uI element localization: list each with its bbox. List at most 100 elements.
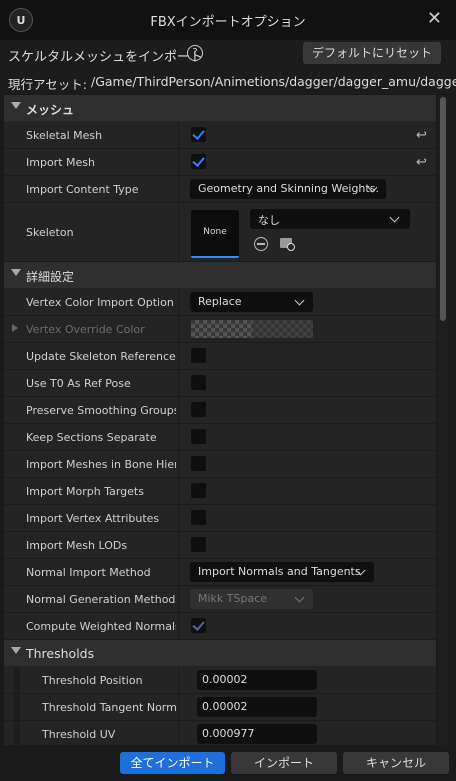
title-bar[interactable]: U FBXインポートオプション ✕ [0, 0, 456, 40]
property-compute-weighted-normals: Compute Weighted Normals [4, 613, 436, 640]
indent-guide [14, 667, 20, 693]
use-selected-asset-icon[interactable] [254, 237, 268, 251]
category-advanced[interactable]: 詳細設定 [4, 262, 436, 288]
fbx-import-dialog: U FBXインポートオプション ✕ スケルタルメッシュをインポート ? デフォル… [0, 0, 456, 781]
threshold-tangent-normal-input[interactable]: 0.00002 [197, 697, 317, 717]
property-label: Keep Sections Separate [26, 431, 157, 444]
input-value: 0.00002 [202, 700, 248, 713]
current-asset-row: 現行アセット: /Game/ThirdPerson/Animetions/dag… [0, 68, 456, 94]
browse-asset-icon[interactable] [280, 238, 295, 251]
column-divider[interactable] [178, 370, 179, 396]
details-panel[interactable]: メッシュ Skeletal Mesh ↩ Import Mesh ↩ Impor… [4, 95, 436, 745]
import-all-button[interactable]: 全てインポート [120, 752, 225, 774]
property-label: Skeletal Mesh [26, 129, 103, 142]
threshold-position-input[interactable]: 0.00002 [197, 670, 317, 690]
reset-to-default-button[interactable]: デフォルトにリセット [303, 42, 441, 64]
column-divider[interactable] [178, 478, 179, 504]
column-divider[interactable] [178, 205, 179, 261]
property-threshold-tangent-normal: Threshold Tangent Normal 0.00002 [4, 694, 436, 721]
column-divider[interactable] [178, 586, 179, 612]
color-swatch[interactable] [191, 320, 313, 338]
vertex-attributes-checkbox[interactable] [191, 510, 206, 525]
column-divider[interactable] [178, 667, 179, 693]
cancel-button[interactable]: キャンセル [343, 752, 449, 774]
column-divider[interactable] [178, 613, 179, 639]
property-label: Import Meshes in Bone Hierarchy [26, 458, 176, 471]
property-label: Use T0 As Ref Pose [26, 377, 131, 390]
bone-hierarchy-checkbox[interactable] [191, 456, 206, 471]
keep-sections-checkbox[interactable] [191, 429, 206, 444]
column-divider[interactable] [178, 176, 179, 202]
column-divider[interactable] [178, 559, 179, 585]
property-label: Normal Import Method [26, 566, 151, 579]
column-divider[interactable] [178, 694, 179, 720]
help-icon[interactable]: ? [187, 45, 203, 61]
column-divider[interactable] [178, 149, 179, 175]
import-button[interactable]: インポート [231, 752, 337, 774]
vertex-color-dropdown[interactable]: Replace [190, 292, 313, 312]
skeleton-asset-picker[interactable]: なし [250, 209, 410, 229]
property-label: Import Mesh LODs [26, 539, 128, 552]
update-skeleton-ref-pose-checkbox[interactable] [191, 348, 206, 363]
property-threshold-position: Threshold Position 0.00002 [4, 667, 436, 694]
mesh-lods-checkbox[interactable] [191, 537, 206, 552]
dropdown-value: Mikk TSpace [198, 592, 268, 605]
thumbnail-text: None [203, 227, 227, 237]
chevron-down-icon [294, 592, 305, 603]
close-icon[interactable]: ✕ [427, 8, 442, 29]
column-divider[interactable] [178, 122, 179, 148]
column-divider[interactable] [178, 451, 179, 477]
category-thresholds[interactable]: Thresholds [4, 640, 436, 666]
normal-generation-dropdown: Mikk TSpace [190, 589, 313, 609]
column-divider[interactable] [178, 532, 179, 558]
use-t0-checkbox[interactable] [191, 375, 206, 390]
column-divider[interactable] [178, 721, 179, 745]
preserve-smoothing-checkbox[interactable] [191, 402, 206, 417]
vertical-scrollbar[interactable] [438, 95, 448, 745]
column-divider[interactable] [178, 424, 179, 450]
reset-arrow-icon[interactable]: ↩ [416, 128, 427, 143]
property-label: Vertex Color Import Option [26, 296, 174, 309]
category-title: メッシュ [26, 103, 75, 117]
property-vertex-override-color: Vertex Override Color [4, 316, 436, 343]
property-preserve-smoothing-groups: Preserve Smoothing Groups [4, 397, 436, 424]
collapse-arrow-icon[interactable] [11, 102, 21, 109]
property-label: Threshold Tangent Normal [42, 701, 177, 714]
normal-import-method-dropdown[interactable]: Import Normals and Tangents [190, 562, 374, 582]
threshold-uv-input[interactable]: 0.000977 [197, 724, 317, 744]
current-asset-path: /Game/ThirdPerson/Animetions/dagger/dagg… [91, 74, 456, 89]
property-label: Skeleton [26, 226, 74, 239]
category-title: 詳細設定 [26, 270, 75, 284]
column-divider[interactable] [178, 397, 179, 423]
property-label: Compute Weighted Normals [26, 620, 176, 633]
property-threshold-uv: Threshold UV 0.000977 [4, 721, 436, 745]
property-normal-import-method: Normal Import Method Import Normals and … [4, 559, 436, 586]
column-divider[interactable] [178, 343, 179, 369]
input-value: 0.000977 [202, 727, 255, 740]
reset-arrow-icon[interactable]: ↩ [416, 155, 427, 170]
chevron-down-icon [389, 212, 400, 223]
property-label: Vertex Override Color [26, 323, 145, 336]
chevron-down-icon [294, 295, 305, 306]
category-mesh[interactable]: メッシュ [4, 95, 436, 121]
property-label: Threshold UV [42, 728, 116, 741]
scrollbar-thumb[interactable] [440, 97, 446, 321]
column-divider[interactable] [178, 505, 179, 531]
collapse-arrow-icon[interactable] [11, 647, 21, 654]
column-divider[interactable] [178, 289, 179, 315]
import-mesh-checkbox[interactable] [191, 154, 206, 169]
skeletal-mesh-checkbox[interactable] [191, 127, 206, 142]
property-label: Normal Generation Method [26, 593, 176, 606]
skeleton-thumbnail[interactable]: None [191, 210, 239, 258]
category-title: Thresholds [26, 646, 95, 661]
property-normal-generation-method: Normal Generation Method Mikk TSpace [4, 586, 436, 613]
property-label: Preserve Smoothing Groups [26, 404, 176, 417]
column-divider[interactable] [178, 316, 179, 342]
expand-arrow-icon[interactable] [12, 324, 18, 332]
collapse-arrow-icon[interactable] [11, 269, 21, 276]
property-label: Import Vertex Attributes [26, 512, 160, 525]
property-import-morph-targets: Import Morph Targets [4, 478, 436, 505]
property-import-mesh: Import Mesh ↩ [4, 149, 436, 176]
import-content-type-dropdown[interactable]: Geometry and Skinning Weights. [190, 179, 386, 199]
morph-targets-checkbox[interactable] [191, 483, 206, 498]
